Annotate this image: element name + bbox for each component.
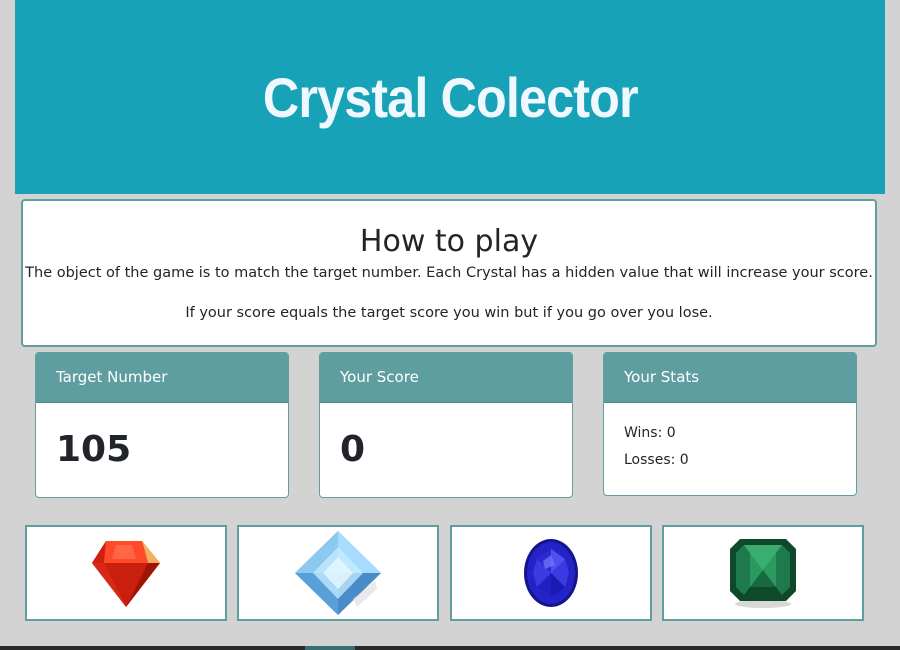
target-number-value: 105 bbox=[56, 429, 132, 470]
target-number-card: Target Number 105 bbox=[35, 352, 289, 498]
blue-crystal-icon bbox=[295, 531, 381, 615]
instructions-line-2: If your score equals the target score yo… bbox=[185, 305, 713, 321]
game-page: Crystal Colector How to play The object … bbox=[0, 0, 900, 650]
game-title: Crystal Colector bbox=[262, 65, 639, 129]
how-to-play-heading: How to play bbox=[359, 224, 539, 259]
your-stats-label: Your Stats bbox=[604, 353, 856, 403]
sapphire-crystal-icon bbox=[524, 539, 578, 607]
target-number-label: Target Number bbox=[36, 353, 288, 403]
green-crystal-icon bbox=[730, 539, 796, 608]
red-crystal-button[interactable] bbox=[25, 525, 227, 621]
bottom-taskbar-strip bbox=[0, 646, 900, 650]
instructions-line-1: The object of the game is to match the t… bbox=[25, 265, 873, 281]
green-crystal-button[interactable] bbox=[662, 525, 864, 621]
your-stats-card: Your Stats Wins: 0 Losses: 0 bbox=[603, 352, 857, 496]
how-to-play-panel: How to play The object of the game is to… bbox=[21, 199, 877, 347]
losses-count: Losses: 0 bbox=[624, 452, 689, 468]
your-score-card: Your Score 0 bbox=[319, 352, 573, 498]
header-banner: Crystal Colector bbox=[15, 0, 885, 194]
your-score-label: Your Score bbox=[320, 353, 572, 403]
sapphire-crystal-button[interactable] bbox=[450, 525, 652, 621]
your-score-value: 0 bbox=[340, 429, 366, 470]
blue-crystal-button[interactable] bbox=[237, 525, 439, 621]
red-crystal-icon bbox=[92, 541, 160, 607]
wins-count: Wins: 0 bbox=[624, 425, 676, 441]
taskbar-accent bbox=[305, 646, 355, 650]
